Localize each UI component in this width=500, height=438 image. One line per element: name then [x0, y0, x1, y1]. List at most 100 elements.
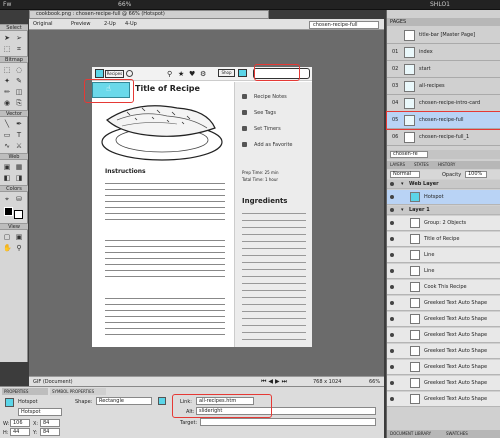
visibility-eye-icon[interactable] — [390, 253, 394, 257]
pencil-tool-icon[interactable]: ✏ — [3, 88, 11, 96]
shape-select[interactable]: Rectangle — [96, 397, 152, 405]
visibility-eye-icon[interactable] — [390, 365, 394, 369]
layer-folder[interactable]: ▾ Layer 1 — [387, 206, 500, 215]
lasso-tool-icon[interactable]: ◌ — [15, 66, 23, 74]
eyedropper-tool-icon[interactable]: ⌖ — [3, 195, 11, 203]
width-field[interactable]: 106 — [10, 419, 30, 427]
visibility-eye-icon[interactable] — [390, 208, 394, 212]
see-tags-link[interactable]: See Tags — [242, 107, 292, 119]
symbol-properties-tab[interactable]: SYMBOL PROPERTIES — [50, 388, 106, 395]
freeform-tool-icon[interactable]: ∿ — [3, 142, 11, 150]
visibility-eye-icon[interactable] — [390, 221, 394, 225]
height-field[interactable]: 44 — [10, 428, 30, 436]
properties-tab[interactable]: PROPERTIES — [2, 388, 48, 395]
hotspot-color-swatch[interactable] — [158, 397, 166, 405]
knife-tool-icon[interactable]: ⚔ — [15, 142, 23, 150]
set-timers-link[interactable]: Set Timers — [242, 123, 292, 135]
hide-slices-icon[interactable]: ◧ — [3, 174, 11, 182]
slice-tool-icon[interactable]: ▦ — [15, 163, 23, 171]
show-slices-icon[interactable]: ◨ — [15, 174, 23, 182]
visibility-eye-icon[interactable] — [390, 333, 394, 337]
standard-screen-icon[interactable]: ▢ — [3, 233, 11, 241]
user-name[interactable]: SHLO1 — [430, 1, 450, 8]
layer-row[interactable]: Greeked Text Auto Shape — [387, 344, 500, 359]
layer-row[interactable]: Greeked Text Auto Shape — [387, 392, 500, 407]
recipes-tab[interactable]: Recipes — [105, 70, 124, 78]
fill-color-swatch[interactable] — [14, 210, 23, 219]
layer-row[interactable]: Greeked Text Auto Shape — [387, 328, 500, 343]
playback-controls[interactable]: ⏮◀▶⏭ — [261, 378, 289, 386]
page-select[interactable]: chosen-recipe-full — [309, 21, 379, 29]
preview-view-button[interactable]: Preview — [71, 21, 90, 27]
page-row[interactable]: 01 index — [387, 44, 500, 61]
paint-bucket-icon[interactable]: ⛁ — [15, 195, 23, 203]
magic-wand-icon[interactable]: ✦ — [3, 77, 11, 85]
settings-icon[interactable]: ⚙ — [200, 70, 206, 78]
layer-row[interactable]: Line — [387, 248, 500, 263]
line-tool-icon[interactable]: ╲ — [3, 120, 11, 128]
tab-history[interactable]: HISTORY — [438, 162, 455, 167]
hotspot-tool-icon[interactable]: ▣ — [3, 163, 11, 171]
zoom-tool-icon[interactable]: ⚲ — [15, 244, 23, 252]
shop-button[interactable]: Shop — [218, 69, 235, 77]
visibility-eye-icon[interactable] — [390, 237, 394, 241]
visibility-eye-icon[interactable] — [390, 301, 394, 305]
page-row[interactable]: title-bar [Master Page] — [387, 27, 500, 44]
original-view-button[interactable]: Original — [33, 21, 53, 27]
visibility-eye-icon[interactable] — [390, 397, 394, 401]
layer-row[interactable]: Greeked Text Auto Shape — [387, 376, 500, 391]
subselect-tool-icon[interactable]: ➢ — [15, 34, 23, 42]
text-tool-icon[interactable]: T — [15, 131, 23, 139]
document-tab[interactable]: cookbook.png : chosen-recipe-full @ 66% … — [29, 10, 269, 19]
layer-row[interactable]: Cook This Recipe — [387, 280, 500, 295]
page-row[interactable]: 05 chosen-recipe-full — [386, 111, 500, 130]
x-field[interactable]: 84 — [40, 419, 60, 427]
page-row[interactable]: 04 chosen-recipe-intro-card — [387, 95, 500, 112]
visibility-eye-icon[interactable] — [390, 195, 394, 199]
page-selector[interactable]: chosen-re — [390, 151, 428, 158]
visibility-eye-icon[interactable] — [390, 182, 394, 186]
status-zoom[interactable]: 66% — [369, 379, 380, 385]
page-row[interactable]: 02 start — [387, 61, 500, 78]
pen-tool-icon[interactable]: ✒ — [15, 120, 23, 128]
object-name-field[interactable]: Hotspot — [18, 408, 62, 416]
add-favorite-link[interactable]: Add as Favorite — [242, 139, 312, 151]
stroke-color-swatch[interactable] — [4, 207, 13, 216]
tab-swatches[interactable]: SWATCHES — [446, 431, 468, 436]
layer-row[interactable]: Title of Recipe — [387, 232, 500, 247]
page-row[interactable]: 03 all-recipes — [387, 78, 500, 95]
brush-tool-icon[interactable]: ✎ — [15, 77, 23, 85]
visibility-eye-icon[interactable] — [390, 285, 394, 289]
layer-row[interactable]: Greeked Text Auto Shape — [387, 360, 500, 375]
blur-tool-icon[interactable]: ◉ — [3, 99, 11, 107]
page-row[interactable]: 06 chosen-recipe-full_1 — [387, 129, 500, 146]
stamp-tool-icon[interactable]: ⎘ — [15, 99, 23, 107]
crop-tool-icon[interactable]: ⌗ — [15, 45, 23, 53]
tab-document-library[interactable]: DOCUMENT LIBRARY — [390, 431, 431, 436]
marquee-tool-icon[interactable]: ⬚ — [3, 66, 11, 74]
star-icon[interactable]: ★ — [178, 70, 184, 78]
layer-row[interactable]: Line — [387, 264, 500, 279]
search-icon[interactable]: ⚲ — [167, 70, 172, 78]
layer-row[interactable]: Group: 2 Objects — [387, 216, 500, 231]
layer-row[interactable]: Greeked Text Auto Shape — [387, 312, 500, 327]
four-up-view-button[interactable]: 4-Up — [125, 21, 137, 27]
two-up-view-button[interactable]: 2-Up — [104, 21, 116, 27]
zoom-readout[interactable]: 66% — [118, 1, 131, 8]
pages-panel-header[interactable]: PAGES — [387, 18, 500, 26]
target-field[interactable] — [200, 418, 376, 426]
scale-tool-icon[interactable]: ⬚ — [3, 45, 11, 53]
visibility-eye-icon[interactable] — [390, 349, 394, 353]
visibility-eye-icon[interactable] — [390, 269, 394, 273]
eraser-tool-icon[interactable]: ◫ — [15, 88, 23, 96]
rectangle-tool-icon[interactable]: ▭ — [3, 131, 11, 139]
tab-layers[interactable]: LAYERS — [390, 162, 405, 167]
recipe-notes-link[interactable]: Recipe Notes — [242, 91, 292, 103]
tab-states[interactable]: STATES — [414, 162, 429, 167]
visibility-eye-icon[interactable] — [390, 317, 394, 321]
pointer-tool-icon[interactable]: ➤ — [3, 34, 11, 42]
hand-tool-icon[interactable]: ✋ — [3, 244, 12, 252]
visibility-eye-icon[interactable] — [390, 381, 394, 385]
blend-mode-select[interactable]: Normal — [390, 171, 420, 178]
y-field[interactable]: 84 — [40, 428, 60, 436]
